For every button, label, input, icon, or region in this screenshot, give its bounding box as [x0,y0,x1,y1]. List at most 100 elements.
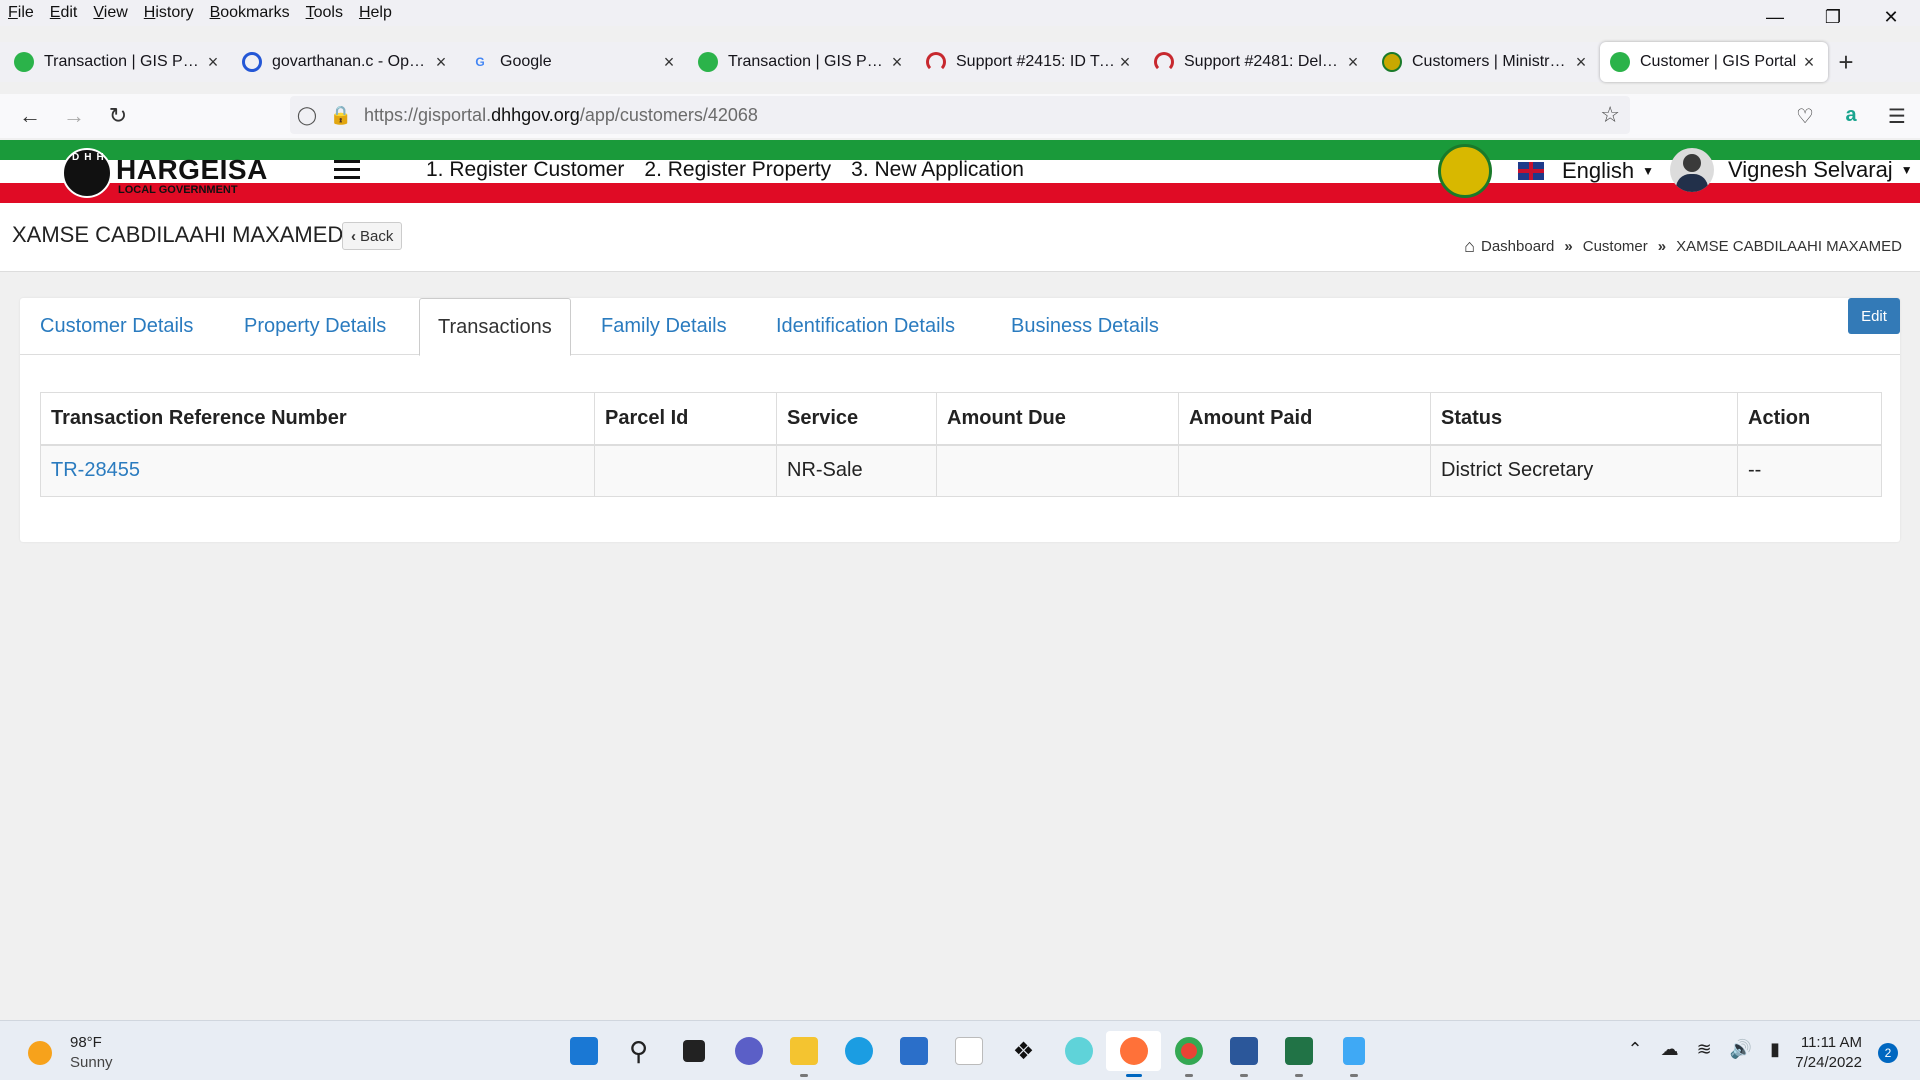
tab-identification-details[interactable]: Identification Details [758,298,973,355]
column-header: Transaction Reference Number [40,392,595,446]
breadcrumb-separator: » [1657,238,1667,255]
url-text[interactable]: https://gisportal.dhhgov.org/app/custome… [364,105,758,126]
pocket-icon[interactable]: ♡ [1782,104,1828,129]
nav-new-application[interactable]: 3. New Application [851,158,1024,182]
browser-tab[interactable]: G Google × [460,42,688,82]
task-view-button[interactable] [666,1031,721,1071]
tab-business-details[interactable]: Business Details [993,298,1177,355]
ministry-icon [1382,52,1402,72]
store-button[interactable] [886,1031,941,1071]
transaction-link[interactable]: TR-28455 [51,459,140,481]
browser-tab[interactable]: Support #2415: ID Type × [916,42,1144,82]
edge-button[interactable] [831,1031,886,1071]
customer-card: Customer Details Property Details Transa… [20,298,1900,542]
tab-property-details[interactable]: Property Details [226,298,404,355]
close-tab-icon[interactable]: × [660,52,678,73]
tab-family-details[interactable]: Family Details [583,298,745,355]
notepad-button[interactable] [1326,1031,1381,1077]
new-tab-icon[interactable]: + [1828,47,1864,78]
start-button[interactable] [556,1031,611,1071]
browser-tab-active[interactable]: Customer | GIS Portal × [1600,42,1828,82]
bookmark-star-icon[interactable]: ☆ [1600,102,1620,128]
browser-tab[interactable]: Transaction | GIS Portal × [688,42,916,82]
search-icon: ⚲ [628,1035,649,1066]
forward-arrow-icon[interactable]: → [52,103,96,129]
menu-file[interactable]: File [8,4,34,22]
cell-action: -- [1737,444,1882,497]
menu-tools[interactable]: Tools [306,4,343,22]
restore-icon[interactable]: ❐ [1804,0,1862,34]
sidebar-toggle-icon[interactable] [334,160,360,180]
teams-chat-button[interactable] [721,1031,776,1071]
browser-tab[interactable]: Transaction | GIS Portal × [4,42,232,82]
close-tab-icon[interactable]: × [204,52,222,73]
close-tab-icon[interactable]: × [1572,52,1590,73]
minimize-icon[interactable]: — [1746,0,1804,34]
tab-transactions[interactable]: Transactions [419,298,571,356]
edge-icon [844,1037,873,1065]
weather-text: 98°F Sunny [70,1033,113,1073]
firefox-button[interactable] [1106,1031,1161,1077]
reload-icon[interactable]: ↻ [96,103,140,129]
mail-button[interactable] [1051,1031,1106,1071]
battery-icon[interactable]: ▮ [1770,1039,1780,1060]
close-tab-icon[interactable]: × [1344,52,1362,73]
back-arrow-icon[interactable]: ← [8,103,52,129]
breadcrumb-customer[interactable]: Customer [1583,238,1648,255]
browser-tab-title: Support #2481: Deleting [1184,53,1344,70]
clock[interactable]: 11:11 AM 7/24/2022 [1795,1033,1862,1073]
close-tab-icon[interactable]: × [1800,52,1818,73]
weather-temp: 98°F [70,1034,102,1051]
nav-register-customer[interactable]: 1. Register Customer [426,158,624,182]
language-dropdown[interactable]: English ▼ [1518,158,1654,184]
hamburger-menu-icon[interactable]: ☰ [1874,104,1920,129]
browser-tab[interactable]: govarthanan.c - Operatio × [232,42,460,82]
close-tab-icon[interactable]: × [888,52,906,73]
logo-subtitle: LOCAL GOVERNMENT [118,184,238,196]
shield-icon[interactable]: ◯ [290,105,324,126]
edit-button[interactable]: Edit [1848,298,1900,334]
language-label: English [1562,158,1635,183]
nav-register-property[interactable]: 2. Register Property [644,158,831,182]
url-bar[interactable]: ◯ 🔒 https://gisportal.dhhgov.org/app/cus… [290,96,1630,134]
close-window-icon[interactable]: ✕ [1862,0,1920,34]
menu-view[interactable]: View [93,4,127,22]
dropbox-button[interactable]: ❖ [996,1031,1051,1071]
menu-help[interactable]: Help [359,4,392,22]
weather-widget[interactable]: 98°F Sunny [28,1033,113,1073]
lock-icon[interactable]: 🔒 [324,105,358,126]
menu-edit[interactable]: Edit [50,4,78,22]
word-button[interactable] [1216,1031,1271,1077]
back-button[interactable]: ‹ Back [342,222,403,250]
browser-tab-strip: Transaction | GIS Portal × govarthanan.c… [0,42,1920,82]
amazon-button[interactable] [941,1031,996,1071]
url-prefix: https://gisportal. [364,104,492,125]
cloud-icon[interactable]: ☁ [1661,1039,1679,1060]
breadcrumb-dashboard[interactable]: Dashboard [1481,238,1554,255]
file-explorer-button[interactable] [776,1031,831,1077]
amazon-icon [954,1037,983,1065]
extension-icon[interactable]: a [1828,104,1874,129]
menu-history[interactable]: History [144,4,194,22]
column-header: Amount Due [936,392,1179,446]
notification-badge[interactable]: 2 [1878,1043,1898,1063]
close-tab-icon[interactable]: × [1116,52,1134,73]
user-name: Vignesh Selvaraj [1728,157,1893,182]
support-icon [926,52,946,72]
menu-bookmarks[interactable]: Bookmarks [210,4,290,22]
browser-tab[interactable]: Support #2481: Deleting × [1144,42,1372,82]
chevron-up-icon[interactable]: ⌃ [1627,1039,1642,1060]
hargeisa-logo[interactable]: DHH HARGEISA LOCAL GOVERNMENT [62,148,312,200]
notepad-icon [1342,1037,1365,1065]
browser-tab[interactable]: Customers | Ministry of C × [1372,42,1600,82]
excel-button[interactable] [1271,1031,1326,1077]
close-tab-icon[interactable]: × [432,52,450,73]
cell-parcel-id [594,444,777,497]
chrome-button[interactable] [1161,1031,1216,1077]
volume-icon[interactable]: 🔊 [1730,1039,1752,1060]
tab-customer-details[interactable]: Customer Details [22,298,211,355]
breadcrumb-current: XAMSE CABDILAAHI MAXAMED [1676,238,1902,255]
search-button[interactable]: ⚲ [611,1031,666,1071]
user-menu[interactable]: Vignesh Selvaraj ▼ [1670,148,1913,192]
wifi-icon[interactable]: ≋ [1697,1039,1712,1060]
